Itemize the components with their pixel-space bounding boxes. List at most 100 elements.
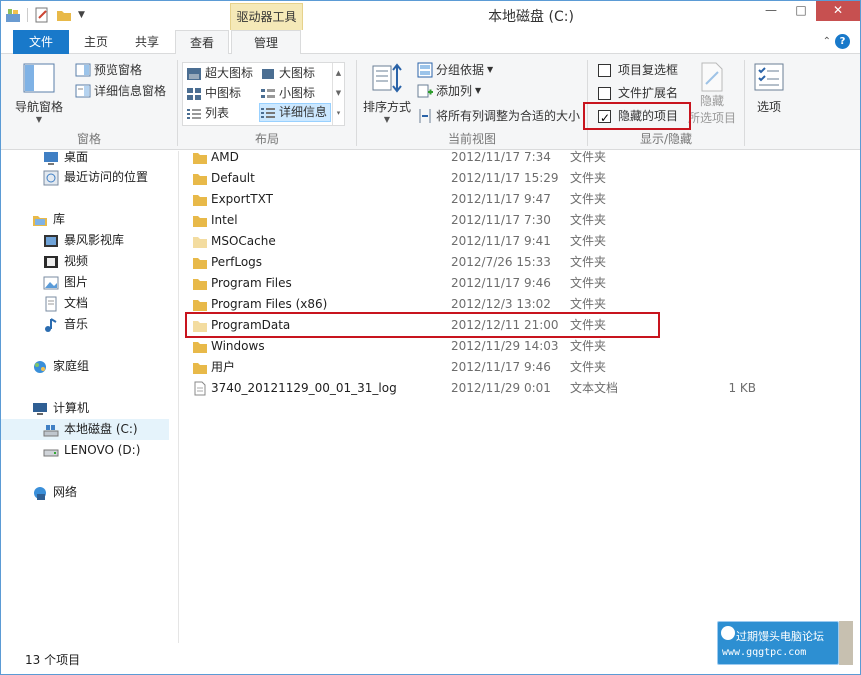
scroll-up-icon[interactable]: ▲ xyxy=(333,63,344,83)
file-name: 用户 xyxy=(211,360,236,374)
help-icon[interactable]: ? xyxy=(835,34,850,49)
file-extensions-checkbox[interactable] xyxy=(598,86,611,100)
ribbon-collapse-icon[interactable]: ⌃ xyxy=(823,36,831,47)
qat-dropdown-icon[interactable]: ▼ xyxy=(78,10,85,20)
item-checkboxes-toggle[interactable]: 项目复选框 xyxy=(598,60,678,80)
medium-icons-icon xyxy=(187,87,201,100)
watermark-title: 过期馒头电脑论坛 xyxy=(736,630,824,643)
nav-item-music[interactable]: 音乐 xyxy=(43,314,88,335)
new-folder-icon[interactable] xyxy=(56,7,72,23)
close-button[interactable]: ✕ xyxy=(816,1,860,21)
options-button[interactable]: 选项 xyxy=(749,62,789,115)
file-name: MSOCache xyxy=(211,234,276,248)
layout-details[interactable]: 详细信息 xyxy=(259,103,331,122)
gallery-more-icon[interactable]: ▾ xyxy=(333,103,344,123)
nav-item-video-library[interactable]: 暴风影视库 xyxy=(43,230,124,251)
tab-file[interactable]: 文件 xyxy=(13,30,69,54)
file-row[interactable]: 3740_20121129_00_01_31_log 2012/11/29 0:… xyxy=(180,378,860,399)
nav-pane-scrollbar[interactable] xyxy=(169,151,178,643)
add-columns-button[interactable]: 添加列 ▼ xyxy=(417,81,481,101)
folder-icon xyxy=(193,216,207,227)
file-type: 文件夹 xyxy=(570,150,607,164)
nav-item-desktop[interactable]: 桌面 xyxy=(43,151,88,168)
file-date: 2012/11/17 9:47 xyxy=(451,192,551,206)
details-pane-button[interactable]: 详细信息窗格 xyxy=(75,81,166,101)
file-row[interactable]: Program Files 2012/11/17 9:46 文件夹 xyxy=(180,273,860,294)
file-list: AMD 2012/11/17 7:34 文件夹 Default 2012/11/… xyxy=(180,150,860,643)
file-type: 文件夹 xyxy=(570,276,607,290)
file-date: 2012/11/17 7:30 xyxy=(451,213,551,227)
details-pane-icon xyxy=(75,84,91,98)
tab-view[interactable]: 查看 xyxy=(175,30,229,55)
layout-gallery: 超大图标 大图标 中图标 小图标 列表 详细信息 ▲ ▼ ▾ xyxy=(182,62,345,126)
file-name: PerfLogs xyxy=(211,255,263,269)
nav-item-videos[interactable]: 视频 xyxy=(43,251,88,272)
sort-by-dropdown-icon: ▼ xyxy=(383,115,391,124)
video-library-icon xyxy=(44,234,58,247)
layout-list[interactable]: 列表 xyxy=(186,104,229,123)
file-row[interactable]: Intel 2012/11/17 7:30 文件夹 xyxy=(180,210,860,231)
file-date: 2012/11/17 9:46 xyxy=(451,276,551,290)
nav-item-label: 文档 xyxy=(64,296,89,310)
group-by-button[interactable]: 分组依据 ▼ xyxy=(417,60,493,80)
ribbon-help-area: ⌃ ? xyxy=(823,34,850,49)
window-title: 本地磁盘 (C:) xyxy=(488,9,574,25)
layout-medium-icons[interactable]: 中图标 xyxy=(186,84,241,103)
nav-item-local-disk-c[interactable]: 本地磁盘 (C:) xyxy=(1,419,169,440)
file-row[interactable]: ExportTXT 2012/11/17 9:47 文件夹 xyxy=(180,189,860,210)
file-date: 2012/11/17 9:46 xyxy=(451,360,551,374)
fit-columns-button[interactable]: 将所有列调整为合适的大小 xyxy=(417,106,580,126)
layout-small-icons[interactable]: 小图标 xyxy=(260,84,315,103)
details-pane-label: 详细信息窗格 xyxy=(94,84,167,98)
scroll-down-icon[interactable]: ▼ xyxy=(333,83,344,103)
file-row[interactable]: PerfLogs 2012/7/26 15:33 文件夹 xyxy=(180,252,860,273)
tab-home[interactable]: 主页 xyxy=(73,30,119,54)
file-row[interactable]: Default 2012/11/17 15:29 文件夹 xyxy=(180,168,860,189)
sort-by-button[interactable]: 排序方式 ▼ xyxy=(359,62,415,124)
file-row[interactable]: 用户 2012/11/17 9:46 文件夹 xyxy=(180,357,860,378)
layout-large-label: 大图标 xyxy=(279,66,316,80)
library-icon xyxy=(33,215,47,226)
file-row[interactable]: Windows 2012/11/29 14:03 文件夹 xyxy=(180,336,860,357)
preview-pane-button[interactable]: 预览窗格 xyxy=(75,60,142,80)
file-row[interactable]: AMD 2012/11/17 7:34 文件夹 xyxy=(180,147,860,168)
options-label: 选项 xyxy=(756,100,781,114)
group-by-icon xyxy=(417,62,433,78)
app-icon[interactable] xyxy=(5,7,21,23)
item-checkboxes-checkbox[interactable] xyxy=(598,63,611,77)
tab-share[interactable]: 共享 xyxy=(123,30,171,54)
layout-medium-label: 中图标 xyxy=(205,86,242,100)
nav-item-pictures[interactable]: 图片 xyxy=(43,272,88,293)
properties-icon[interactable] xyxy=(34,7,50,23)
nav-item-libraries[interactable]: 库 xyxy=(32,209,65,230)
layout-extra-large-icons[interactable]: 超大图标 xyxy=(186,64,253,83)
nav-item-label: 桌面 xyxy=(64,151,89,164)
tab-manage[interactable]: 管理 xyxy=(231,30,301,55)
nav-item-label: 视频 xyxy=(64,254,89,268)
minimize-button[interactable]: — xyxy=(756,1,786,21)
nav-pane-button[interactable]: 导航窗格 ▼ xyxy=(11,62,67,124)
nav-item-label: 计算机 xyxy=(53,401,90,415)
layout-list-label: 列表 xyxy=(205,106,230,120)
nav-item-recent[interactable]: 最近访问的位置 xyxy=(43,167,148,188)
hidden-items-highlight xyxy=(583,102,691,130)
local-disk-icon xyxy=(43,424,59,436)
nav-item-computer[interactable]: 计算机 xyxy=(32,398,89,419)
hide-selected-items-button[interactable]: 隐藏 所选项目 xyxy=(688,62,736,126)
documents-icon xyxy=(45,296,57,311)
nav-item-lenovo-d[interactable]: LENOVO (D:) xyxy=(43,440,140,461)
ribbon-divider xyxy=(744,60,745,146)
nav-item-network[interactable]: 网络 xyxy=(32,482,77,503)
maximize-button[interactable]: □ xyxy=(786,1,816,21)
layout-large-icons[interactable]: 大图标 xyxy=(260,64,315,83)
file-date: 2012/11/17 7:34 xyxy=(451,150,551,164)
preview-pane-label: 预览窗格 xyxy=(94,63,143,77)
file-extensions-toggle[interactable]: 文件扩展名 xyxy=(598,83,678,103)
layout-gallery-scroll[interactable]: ▲ ▼ ▾ xyxy=(332,63,344,125)
ribbon-tabs: 文件 主页 共享 查看 管理 ⌃ ? xyxy=(1,30,860,55)
nav-item-documents[interactable]: 文档 xyxy=(43,293,88,314)
nav-item-homegroup[interactable]: 家庭组 xyxy=(32,356,89,377)
file-row[interactable]: MSOCache 2012/11/17 9:41 文件夹 xyxy=(180,231,860,252)
large-icons-icon xyxy=(262,68,274,79)
file-type: 文件夹 xyxy=(570,192,607,206)
